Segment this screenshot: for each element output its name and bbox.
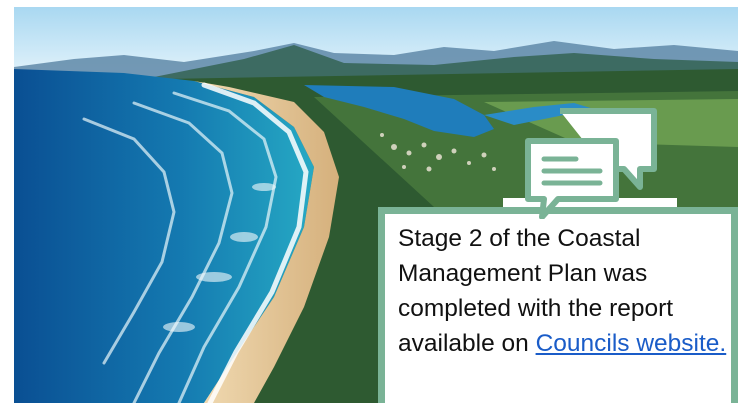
councils-website-link[interactable]: Councils website. bbox=[536, 330, 727, 357]
callout-message: Stage 2 of the Coastal Management Plan w… bbox=[398, 221, 728, 361]
speech-bubbles-icon bbox=[525, 108, 657, 219]
